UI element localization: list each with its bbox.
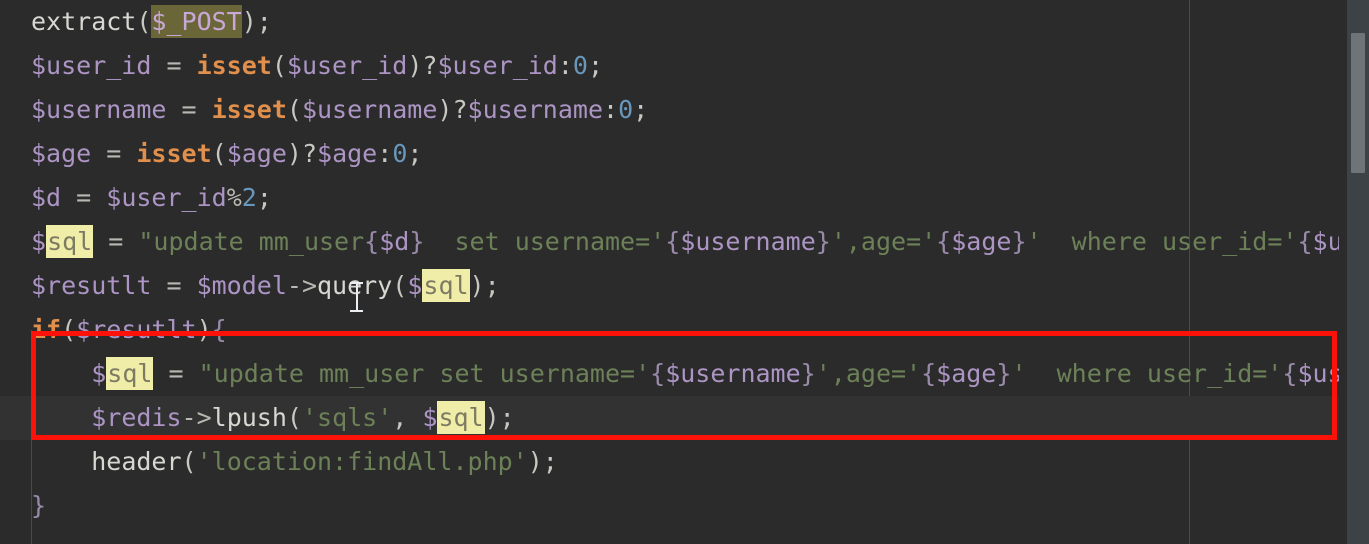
- code-line[interactable]: $sql = "update mm_user set username='{$u…: [0, 352, 1369, 396]
- code-line[interactable]: $resutlt = $model->query($sql);: [0, 264, 1369, 308]
- code-line[interactable]: $sql = "update mm_user{$d} set username=…: [0, 220, 1369, 264]
- token-highlight-identifier: sql: [106, 357, 154, 390]
- scrollbar-thumb[interactable]: [1351, 33, 1365, 173]
- token-highlight-search: $_POST: [151, 5, 242, 38]
- code-line-current[interactable]: $redis->lpush('sqls', $sql);: [0, 396, 1369, 440]
- code-line-text: extract($_POST);: [31, 5, 272, 38]
- code-line-text: $d = $user_id%2;: [31, 183, 272, 212]
- code-line-text: header('location:findAll.php');: [91, 447, 558, 476]
- code-content[interactable]: extract($_POST); $user_id = isset($user_…: [0, 0, 1369, 528]
- code-line[interactable]: extract($_POST);: [0, 0, 1369, 44]
- code-line-text: }: [31, 491, 47, 520]
- code-line[interactable]: $username = isset($username)?$username:0…: [0, 88, 1369, 132]
- code-line[interactable]: $age = isset($age)?$age:0;: [0, 132, 1369, 176]
- code-line-text: $redis->lpush('sqls', $sql);: [91, 401, 515, 434]
- code-line[interactable]: $user_id = isset($user_id)?$user_id:0;: [0, 44, 1369, 88]
- code-line-text: $sql = "update mm_user set username='{$u…: [91, 357, 1358, 390]
- scrollbar-gutter: [1339, 0, 1347, 544]
- code-line-text: $resutlt = $model->query($sql);: [31, 269, 500, 302]
- token-highlight-identifier: sql: [437, 401, 485, 434]
- code-line-text: $age = isset($age)?$age:0;: [31, 139, 423, 168]
- token-highlight-identifier: sql: [422, 269, 470, 302]
- text-cursor-icon: [350, 282, 363, 312]
- code-line[interactable]: $d = $user_id%2;: [0, 176, 1369, 220]
- code-line-text: $sql = "update mm_user{$d} set username=…: [31, 225, 1369, 258]
- code-line-text: $user_id = isset($user_id)?$user_id:0;: [31, 51, 604, 80]
- code-editor-viewport[interactable]: extract($_POST); $user_id = isset($user_…: [0, 0, 1369, 544]
- vertical-scrollbar[interactable]: [1347, 0, 1369, 544]
- code-line-text: $username = isset($username)?$username:0…: [31, 95, 649, 124]
- code-line[interactable]: header('location:findAll.php');: [0, 440, 1369, 484]
- token-highlight-identifier: sql: [46, 225, 94, 258]
- code-line[interactable]: if($resutlt){: [0, 308, 1369, 352]
- code-line-text: if($resutlt){: [31, 315, 227, 344]
- code-line[interactable]: }: [0, 484, 1369, 528]
